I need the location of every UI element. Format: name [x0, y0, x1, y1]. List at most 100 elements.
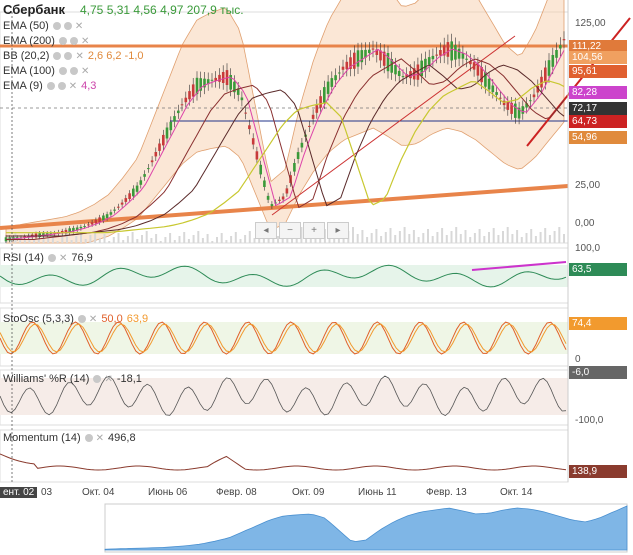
- gear-icon[interactable]: [84, 434, 93, 442]
- rsi-legend[interactable]: RSI (14) ✕ 76,9: [3, 252, 93, 264]
- zoom-controls: ◂ − + ▸: [255, 222, 349, 239]
- williams-label: Williams' %R (14): [3, 373, 90, 385]
- volume-bar: [108, 241, 111, 243]
- candle-body: [326, 81, 330, 94]
- volume-bar: [412, 230, 415, 243]
- volume-bar: [19, 240, 22, 243]
- zoom-out-button[interactable]: −: [279, 222, 301, 239]
- legend-ema200[interactable]: EMA (200) ✕: [3, 35, 89, 47]
- candle-body: [353, 52, 356, 69]
- candle-body: [173, 116, 176, 122]
- eye-icon[interactable]: [58, 67, 67, 75]
- volume-bar: [187, 239, 190, 243]
- close-icon[interactable]: ✕: [104, 374, 112, 385]
- price-tag: 54,96: [569, 131, 627, 144]
- williams-legend[interactable]: Williams' %R (14) ✕ -18,1: [3, 373, 142, 385]
- volume-bar: [248, 231, 251, 243]
- volume-bar: [145, 231, 148, 243]
- volume-bar: [389, 228, 392, 243]
- candle-body: [491, 85, 495, 93]
- eye-icon[interactable]: [52, 22, 61, 30]
- candle-body: [259, 164, 262, 175]
- volume-bar: [211, 241, 214, 243]
- close-icon[interactable]: ✕: [81, 66, 89, 77]
- candle-body: [285, 188, 289, 194]
- legend-label: EMA (200): [3, 35, 55, 47]
- candle-body: [461, 53, 465, 59]
- volume-bar: [516, 230, 519, 243]
- gear-icon[interactable]: [93, 375, 102, 383]
- gear-icon[interactable]: [69, 67, 78, 75]
- candle-body: [240, 97, 244, 101]
- eye-icon[interactable]: [53, 52, 62, 60]
- candle-body: [338, 72, 341, 74]
- close-icon[interactable]: ✕: [89, 314, 97, 325]
- candle-body: [180, 104, 184, 106]
- candle-body: [154, 152, 158, 157]
- eye-icon[interactable]: [58, 37, 67, 45]
- candle-body: [124, 198, 128, 202]
- candle-body: [263, 180, 266, 187]
- volume-bar: [506, 227, 509, 243]
- rsi-label: RSI (14): [3, 252, 44, 264]
- volume-bar: [230, 236, 233, 243]
- gear-icon[interactable]: [47, 254, 56, 262]
- volume-bar: [511, 234, 514, 243]
- volume-bar: [61, 237, 64, 243]
- chart-window: Сбербанк 4,75 5,31 4,56 4,97 207,9 тыс. …: [0, 0, 633, 555]
- price-tick-label: 125,00: [575, 18, 606, 29]
- williams-value: -18,1: [116, 373, 142, 385]
- candle-body: [117, 206, 120, 208]
- stoch-legend[interactable]: StoOsc (5,3,3) ✕ 50,0 63,9: [3, 313, 148, 325]
- scroll-left-button[interactable]: ◂: [255, 222, 277, 239]
- date-label-current: ент. 02: [0, 487, 38, 498]
- gear-icon[interactable]: [64, 52, 73, 60]
- candle-body: [109, 212, 113, 215]
- candle-body: [251, 138, 255, 145]
- volume-bar: [197, 231, 200, 243]
- volume-bar: [403, 227, 406, 243]
- volume-bar: [445, 235, 448, 243]
- volume-bar: [159, 241, 162, 243]
- legend-label: EMA (9): [3, 80, 43, 92]
- close-icon[interactable]: ✕: [75, 51, 83, 62]
- quote-values: 4,75 5,31 4,56 4,97 207,9 тыс.: [80, 3, 244, 17]
- legend-ema50[interactable]: EMA (50) ✕: [3, 20, 83, 32]
- legend-bb[interactable]: BB (20,2) ✕ 2,6 6,2 -1,0: [3, 50, 144, 62]
- volume-bar: [244, 235, 247, 243]
- gear-icon[interactable]: [77, 315, 86, 323]
- volume-bar: [492, 228, 495, 243]
- candle-body: [270, 204, 274, 207]
- close-icon[interactable]: ✕: [81, 36, 89, 47]
- candle-body: [397, 70, 401, 76]
- candle-body: [330, 78, 334, 87]
- candle-body: [472, 62, 476, 70]
- volume-bar: [75, 236, 78, 243]
- candle-body: [446, 42, 450, 57]
- candle-body: [465, 58, 468, 60]
- candle-body: [135, 185, 139, 192]
- gear-icon[interactable]: [69, 37, 78, 45]
- legend-ema100[interactable]: EMA (100) ✕: [3, 65, 89, 77]
- close-icon[interactable]: ✕: [96, 433, 104, 444]
- gear-icon[interactable]: [57, 82, 66, 90]
- candle-body: [162, 134, 165, 146]
- close-icon[interactable]: ✕: [75, 21, 83, 32]
- price-tag: 104,56: [569, 51, 627, 64]
- gear-icon[interactable]: [63, 22, 72, 30]
- zoom-in-button[interactable]: +: [303, 222, 325, 239]
- scroll-right-button[interactable]: ▸: [327, 222, 349, 239]
- legend-ema9[interactable]: EMA (9) ✕ 4,3: [3, 80, 96, 92]
- candle-body: [296, 152, 300, 159]
- volume-bar: [530, 229, 533, 243]
- eye-icon[interactable]: [46, 82, 55, 90]
- candle-body: [83, 226, 86, 228]
- momentum-legend[interactable]: Momentum (14) ✕ 496,8: [3, 432, 136, 444]
- close-icon[interactable]: ✕: [59, 253, 67, 264]
- close-icon[interactable]: ✕: [69, 81, 77, 92]
- volume-bar: [220, 233, 223, 243]
- candle-body: [450, 41, 453, 61]
- volume-bar: [117, 233, 120, 243]
- candle-body: [356, 50, 360, 67]
- volume-bar: [459, 234, 462, 243]
